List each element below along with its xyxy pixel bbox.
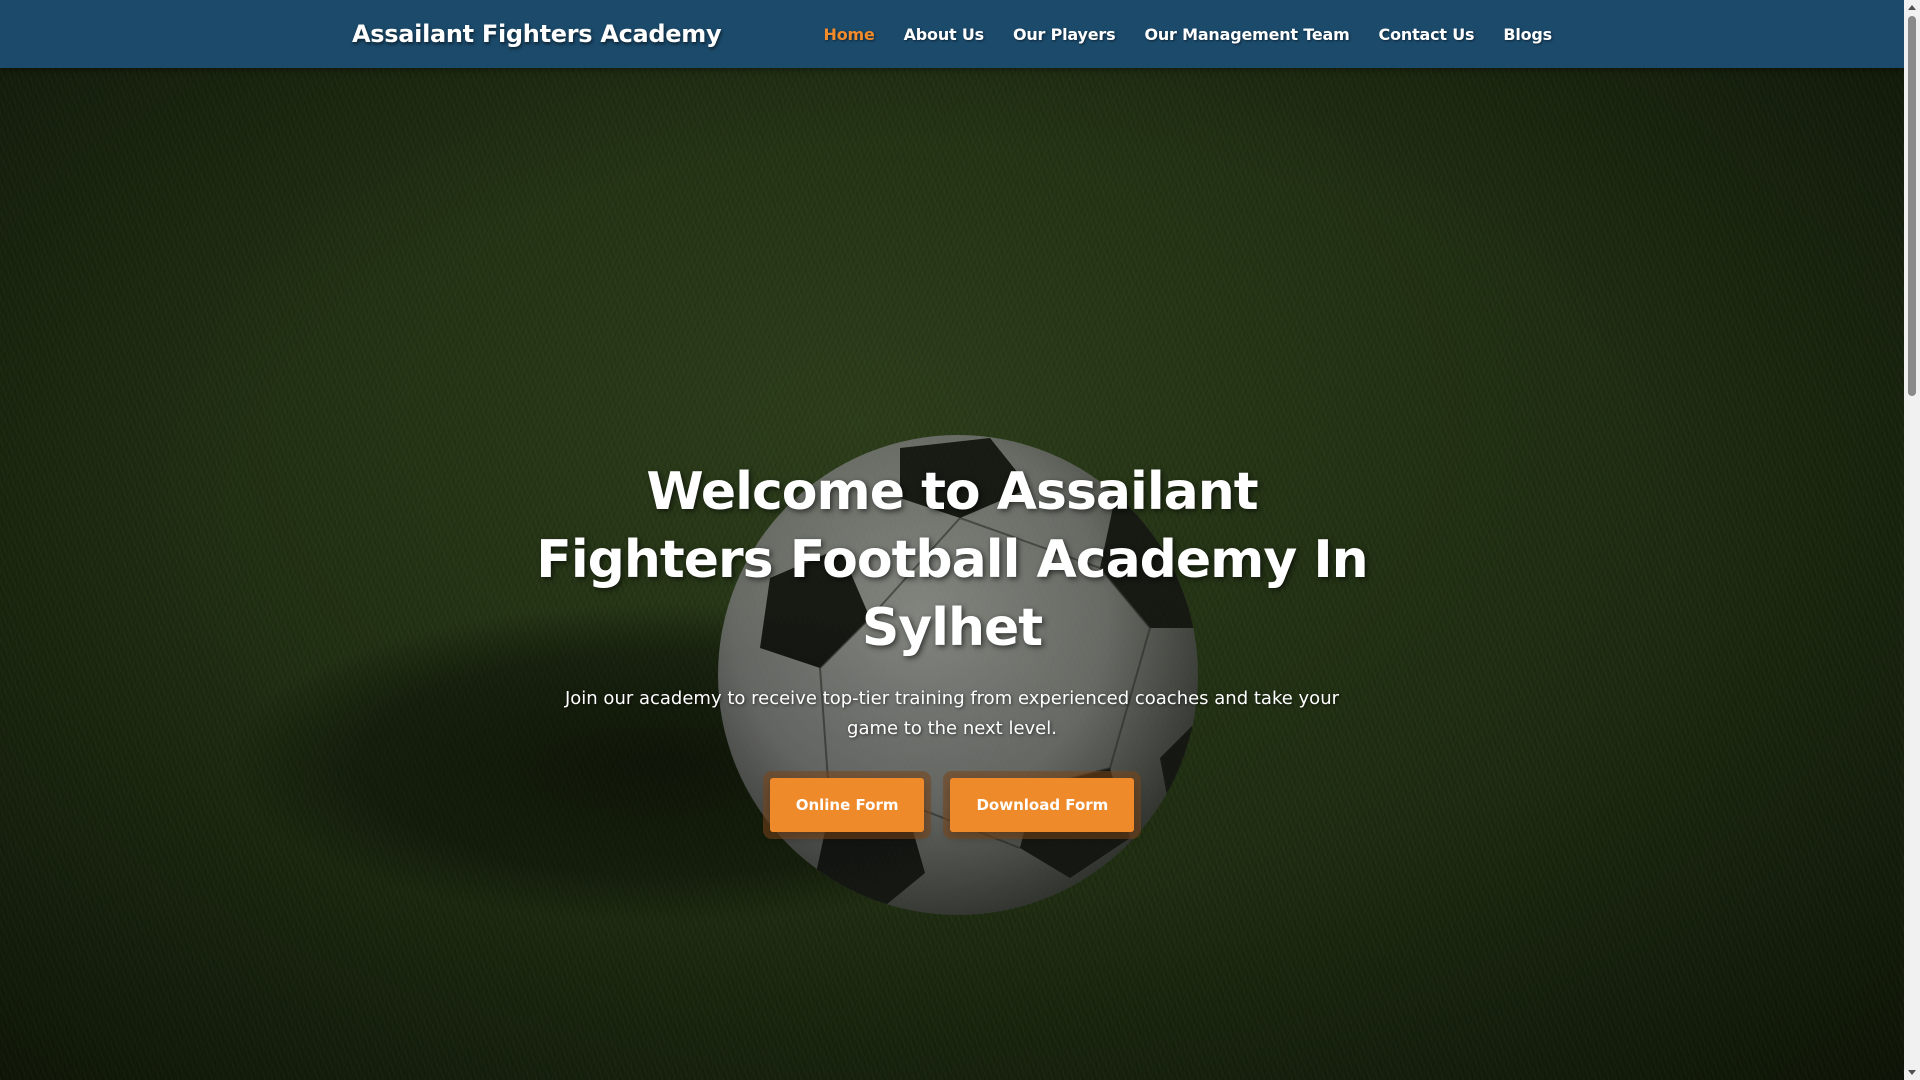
online-form-button[interactable]: Online Form bbox=[769, 778, 925, 832]
hero-description: Join our academy to receive top-tier tra… bbox=[564, 688, 1340, 739]
nav-item-blogs: Blogs bbox=[1503, 25, 1552, 44]
nav-link-about-us[interactable]: About Us bbox=[904, 25, 985, 44]
hero-content: Welcome to Assailant Fighters Football A… bbox=[0, 458, 1904, 832]
nav-link-our-players[interactable]: Our Players bbox=[1013, 25, 1116, 44]
brand-logo-link[interactable]: Assailant Fighters Academy bbox=[352, 18, 722, 50]
nav-item-home: Home bbox=[824, 25, 875, 44]
nav-link-home[interactable]: Home bbox=[824, 25, 875, 44]
nav-link-management-team[interactable]: Our Management Team bbox=[1144, 25, 1349, 44]
scroll-up-arrow-icon[interactable] bbox=[1908, 5, 1916, 10]
nav-item-contact-us: Contact Us bbox=[1379, 25, 1475, 44]
scrollbar-thumb[interactable] bbox=[1908, 16, 1916, 396]
hero-section: Welcome to Assailant Fighters Football A… bbox=[0, 68, 1904, 1080]
navbar: Assailant Fighters Academy Home About Us… bbox=[0, 0, 1904, 68]
nav-item-about-us: About Us bbox=[904, 25, 985, 44]
hero-title: Welcome to Assailant Fighters Football A… bbox=[536, 462, 1368, 658]
nav-menu: Home About Us Our Players Our Management… bbox=[824, 0, 1553, 68]
download-form-button[interactable]: Download Form bbox=[950, 778, 1135, 832]
page-scrollbar[interactable] bbox=[1904, 0, 1920, 1080]
page: Assailant Fighters Academy Home About Us… bbox=[0, 0, 1920, 1080]
nav-item-our-players: Our Players bbox=[1013, 25, 1116, 44]
nav-link-blogs[interactable]: Blogs bbox=[1503, 25, 1552, 44]
scroll-down-arrow-icon[interactable] bbox=[1908, 1070, 1916, 1075]
nav-link-contact-us[interactable]: Contact Us bbox=[1379, 25, 1475, 44]
nav-item-management-team: Our Management Team bbox=[1144, 25, 1349, 44]
hero-buttons: Online Form Download Form bbox=[0, 778, 1904, 832]
